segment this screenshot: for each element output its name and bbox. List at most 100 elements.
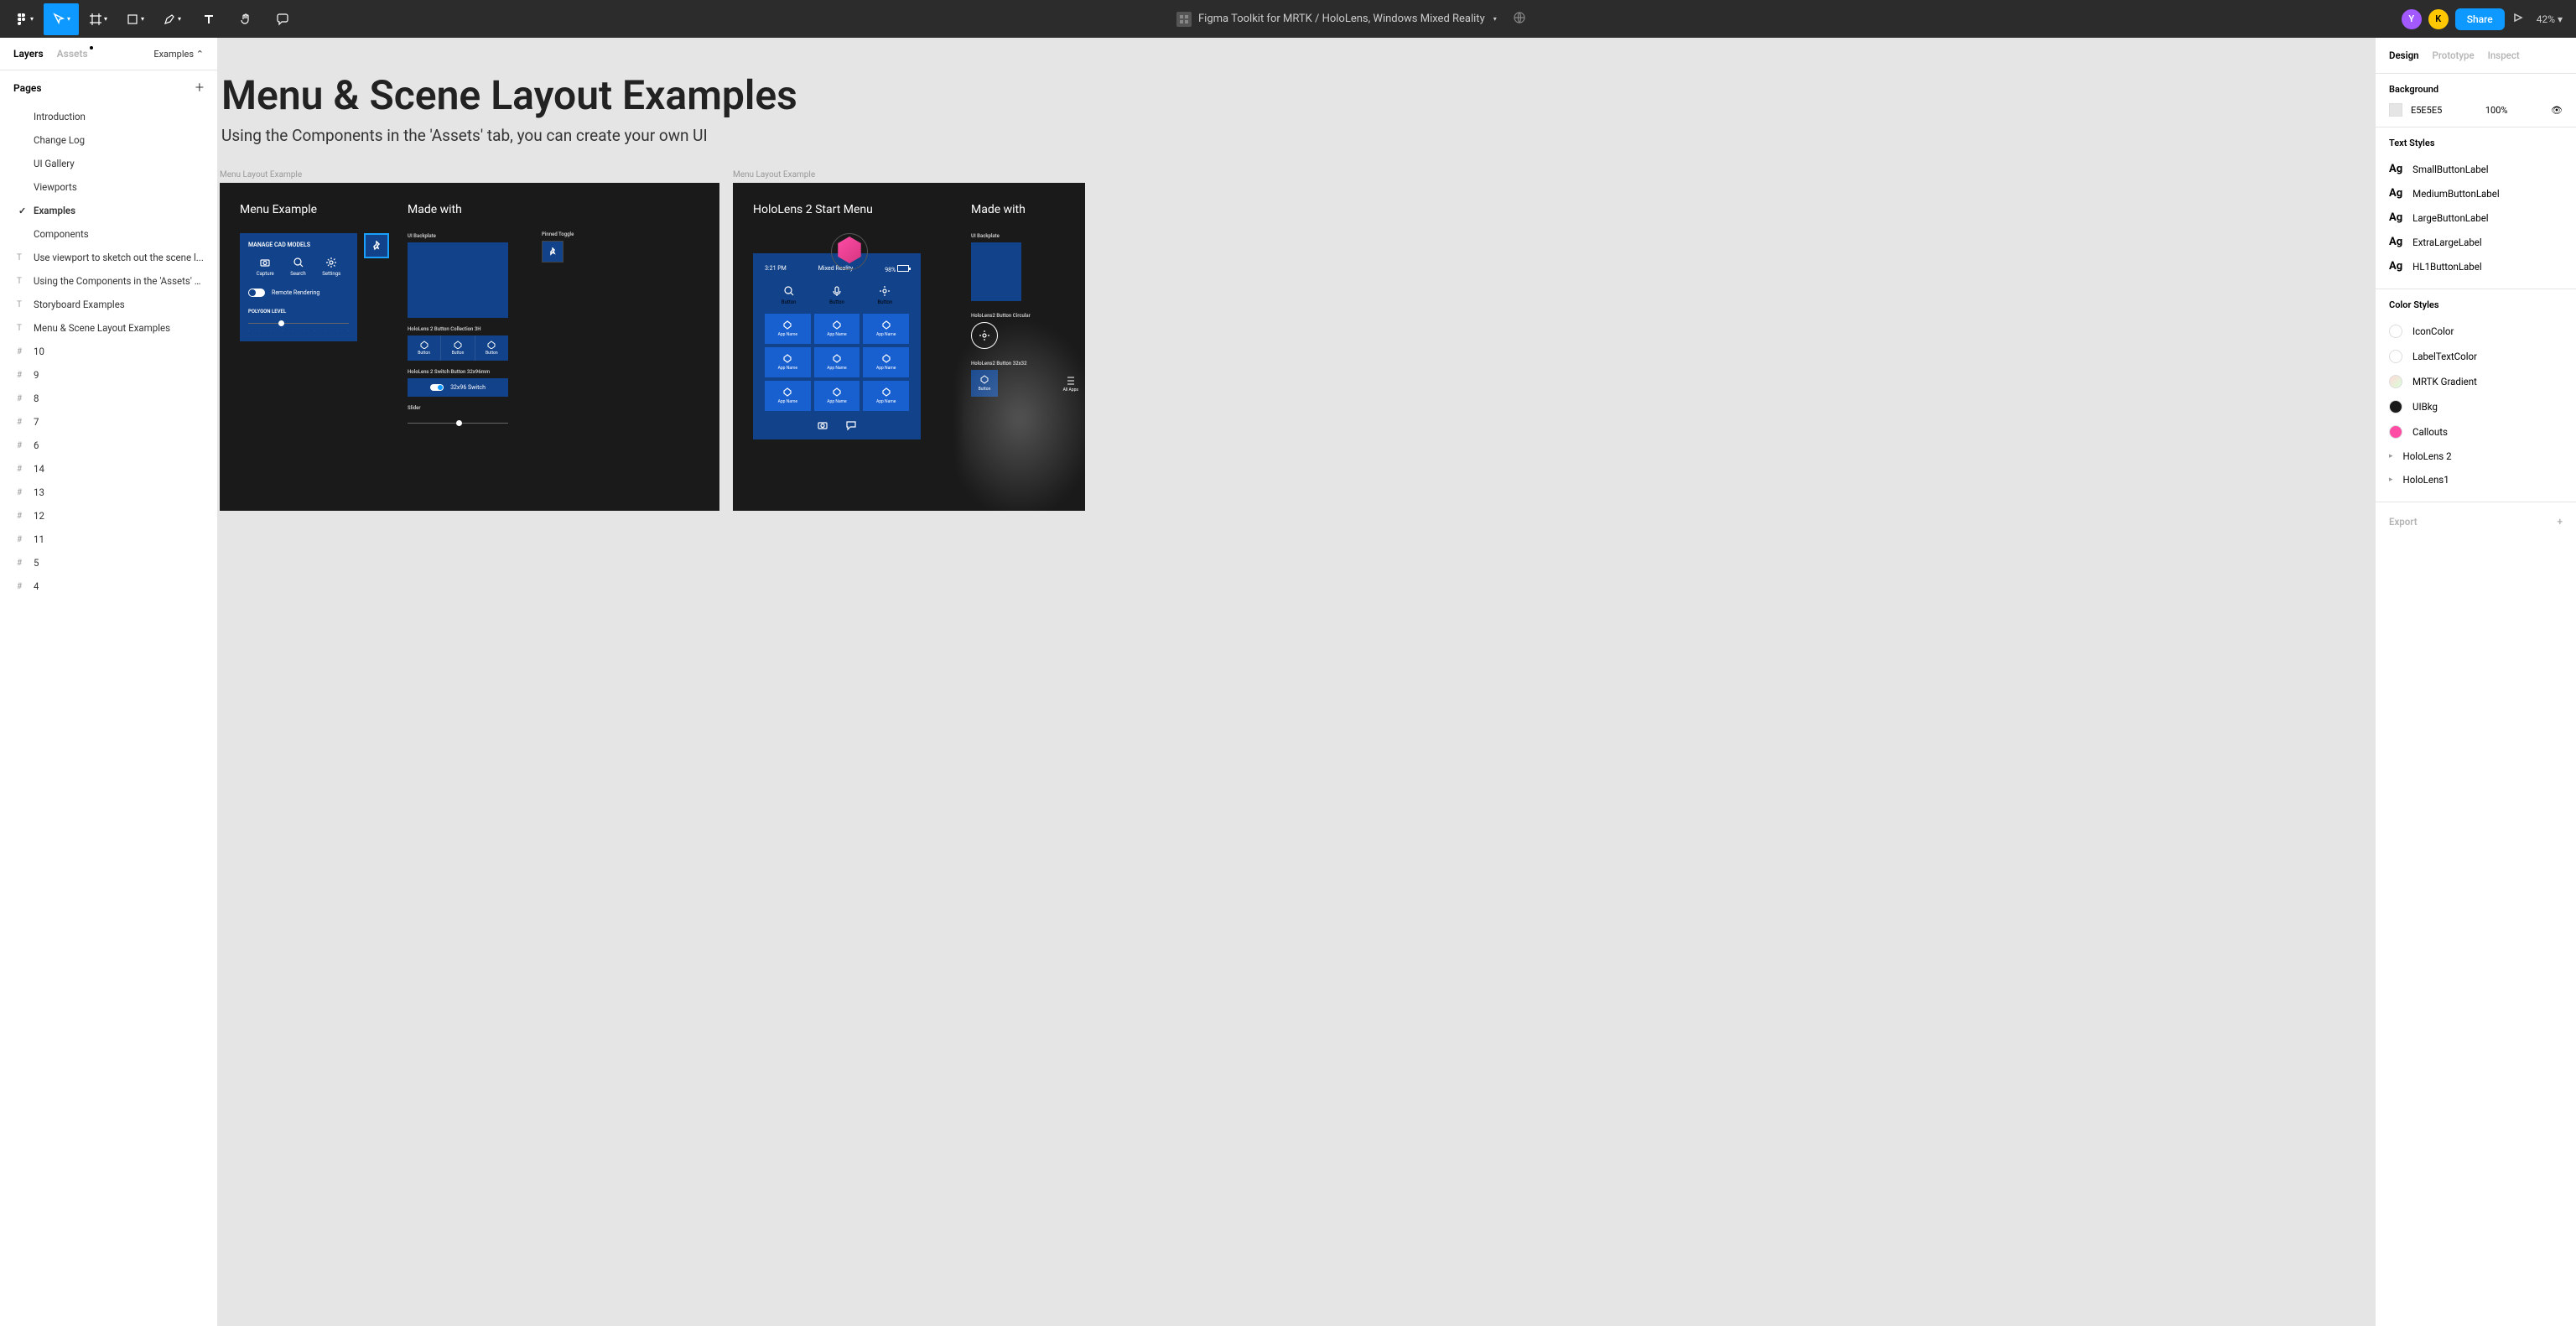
layer-item[interactable]: TStoryboard Examples (0, 293, 217, 316)
text-style-item[interactable]: AgMediumButtonLabel (2389, 181, 2563, 205)
layer-item[interactable]: #11 (0, 528, 217, 551)
layer-item[interactable]: #12 (0, 504, 217, 528)
shape-tool[interactable]: ▾ (117, 3, 153, 35)
text-styles-label: Text Styles (2389, 138, 2563, 148)
avatar-1[interactable]: Y (2402, 9, 2422, 29)
switch-button: 32x96 Switch (408, 378, 508, 397)
design-tab[interactable]: Design (2389, 49, 2419, 61)
pages-label: Pages (13, 82, 42, 94)
hand-tool[interactable] (228, 3, 263, 35)
page-item[interactable]: Viewports (0, 175, 217, 199)
layer-item[interactable]: #4 (0, 575, 217, 598)
page-item[interactable]: Change Log (0, 128, 217, 152)
layers-tab[interactable]: Layers (13, 48, 44, 60)
frame-1[interactable]: Menu Example MANAGE CAD MODELS Capture S… (220, 183, 719, 511)
text-tool[interactable] (191, 3, 226, 35)
top-toolbar: ▾ ▾ ▾ ▾ ▾ Figma Toolkit for MRTK / HoloL… (0, 0, 2576, 38)
move-tool[interactable]: ▾ (44, 3, 79, 35)
eye-icon[interactable]: 👁 (2551, 105, 2563, 116)
canvas[interactable]: Menu & Scene Layout Examples Using the C… (218, 38, 2375, 1326)
text-style-item[interactable]: AgExtraLargeLabel (2389, 230, 2563, 254)
start-menu: 3:21 PM Mixed Reality 98% Button Button … (753, 253, 921, 439)
page-selector[interactable]: Examples ⌃ (153, 49, 204, 60)
color-style-item[interactable]: Callouts (2389, 419, 2563, 445)
text-style-item[interactable]: AgLargeButtonLabel (2389, 205, 2563, 230)
layer-item[interactable]: TMenu & Scene Layout Examples (0, 316, 217, 340)
app-tile: App Name (814, 314, 860, 344)
pen-tool[interactable]: ▾ (154, 3, 190, 35)
menu-card: MANAGE CAD MODELS Capture Search Setting… (240, 233, 357, 341)
layer-item[interactable]: #14 (0, 457, 217, 481)
layer-item[interactable]: #6 (0, 434, 217, 457)
prototype-tab[interactable]: Prototype (2433, 49, 2475, 61)
frame-label-1: Menu Layout Example (220, 170, 719, 179)
color-group-item[interactable]: ▸HoloLens 2 (2389, 445, 2563, 468)
layer-item[interactable]: #7 (0, 410, 217, 434)
app-tile: App Name (863, 347, 909, 377)
pinned-toggle-component (542, 241, 564, 263)
share-button[interactable]: Share (2455, 8, 2505, 30)
capture-btn: Capture (257, 257, 274, 277)
globe-icon[interactable] (1514, 12, 1525, 27)
assets-tab[interactable]: Assets (57, 48, 88, 60)
page-item[interactable]: Examples (0, 199, 217, 222)
search-btn: Search (290, 257, 305, 277)
page-item[interactable]: UI Gallery (0, 152, 217, 175)
camera-icon (817, 419, 828, 431)
export-section[interactable]: Export + (2376, 502, 2576, 541)
color-styles-label: Color Styles (2389, 299, 2563, 310)
slider-component (408, 423, 508, 424)
app-tile: App Name (765, 381, 811, 411)
made-with-title: Made with (408, 203, 525, 216)
right-panel: Design Prototype Inspect Background E5E5… (2375, 38, 2576, 1326)
text-style-item[interactable]: AgHL1ButtonLabel (2389, 254, 2563, 278)
add-page-button[interactable]: + (195, 79, 204, 96)
square-button: Button (971, 370, 998, 397)
layer-item[interactable]: #13 (0, 481, 217, 504)
app-tile: App Name (863, 381, 909, 411)
bg-swatch (2389, 103, 2402, 117)
text-style-item[interactable]: AgSmallButtonLabel (2389, 157, 2563, 181)
layer-item[interactable]: TUse viewport to sketch out the scene l.… (0, 246, 217, 269)
zoom-level[interactable]: 42% ▾ (2530, 13, 2569, 25)
pin-button-selected[interactable] (364, 233, 389, 258)
button-collection: Button Button Button (408, 335, 508, 361)
color-style-item[interactable]: IconColor (2389, 319, 2563, 344)
app-tile: App Name (765, 314, 811, 344)
menu-example-title: Menu Example (240, 203, 391, 216)
color-group-item[interactable]: ▸HoloLens1 (2389, 468, 2563, 491)
page-item[interactable]: Components (0, 222, 217, 246)
chat-icon (845, 419, 857, 431)
app-tile: App Name (814, 381, 860, 411)
document-title[interactable]: Figma Toolkit for MRTK / HoloLens, Windo… (1176, 12, 1525, 27)
ui-backplate (408, 242, 508, 318)
page-item[interactable]: Introduction (0, 105, 217, 128)
color-style-item[interactable]: MRTK Gradient (2389, 369, 2563, 394)
app-tile: App Name (863, 314, 909, 344)
layer-item[interactable]: TUsing the Components in the 'Assets' t.… (0, 269, 217, 293)
background-label: Background (2389, 84, 2563, 95)
color-style-item[interactable]: UIBkg (2389, 394, 2563, 419)
frame-2[interactable]: HoloLens 2 Start Menu 3:21 PM Mixed Real… (733, 183, 1085, 511)
doc-icon (1176, 12, 1192, 27)
layer-item[interactable]: #10 (0, 340, 217, 363)
layer-item[interactable]: #8 (0, 387, 217, 410)
inspect-tab[interactable]: Inspect (2488, 49, 2520, 61)
background-row[interactable]: E5E5E5 100% 👁 (2389, 103, 2563, 117)
toggle-icon (248, 289, 265, 297)
avatar-2[interactable]: K (2428, 9, 2449, 29)
layer-item[interactable]: #9 (0, 363, 217, 387)
canvas-subtitle: Using the Components in the 'Assets' tab… (221, 126, 2375, 145)
color-style-item[interactable]: LabelTextColor (2389, 344, 2563, 369)
present-icon[interactable] (2511, 11, 2523, 27)
app-tile: App Name (765, 347, 811, 377)
frame-label-2: Menu Layout Example (733, 170, 1085, 179)
app-tile: App Name (814, 347, 860, 377)
layer-item[interactable]: #5 (0, 551, 217, 575)
left-panel: Layers Assets Examples ⌃ Pages + Introdu… (0, 38, 218, 1326)
frame-tool[interactable]: ▾ (80, 3, 116, 35)
comment-tool[interactable] (265, 3, 300, 35)
holo-start-title: HoloLens 2 Start Menu (753, 203, 946, 216)
add-export-icon[interactable]: + (2558, 516, 2563, 528)
figma-menu[interactable]: ▾ (7, 3, 42, 35)
